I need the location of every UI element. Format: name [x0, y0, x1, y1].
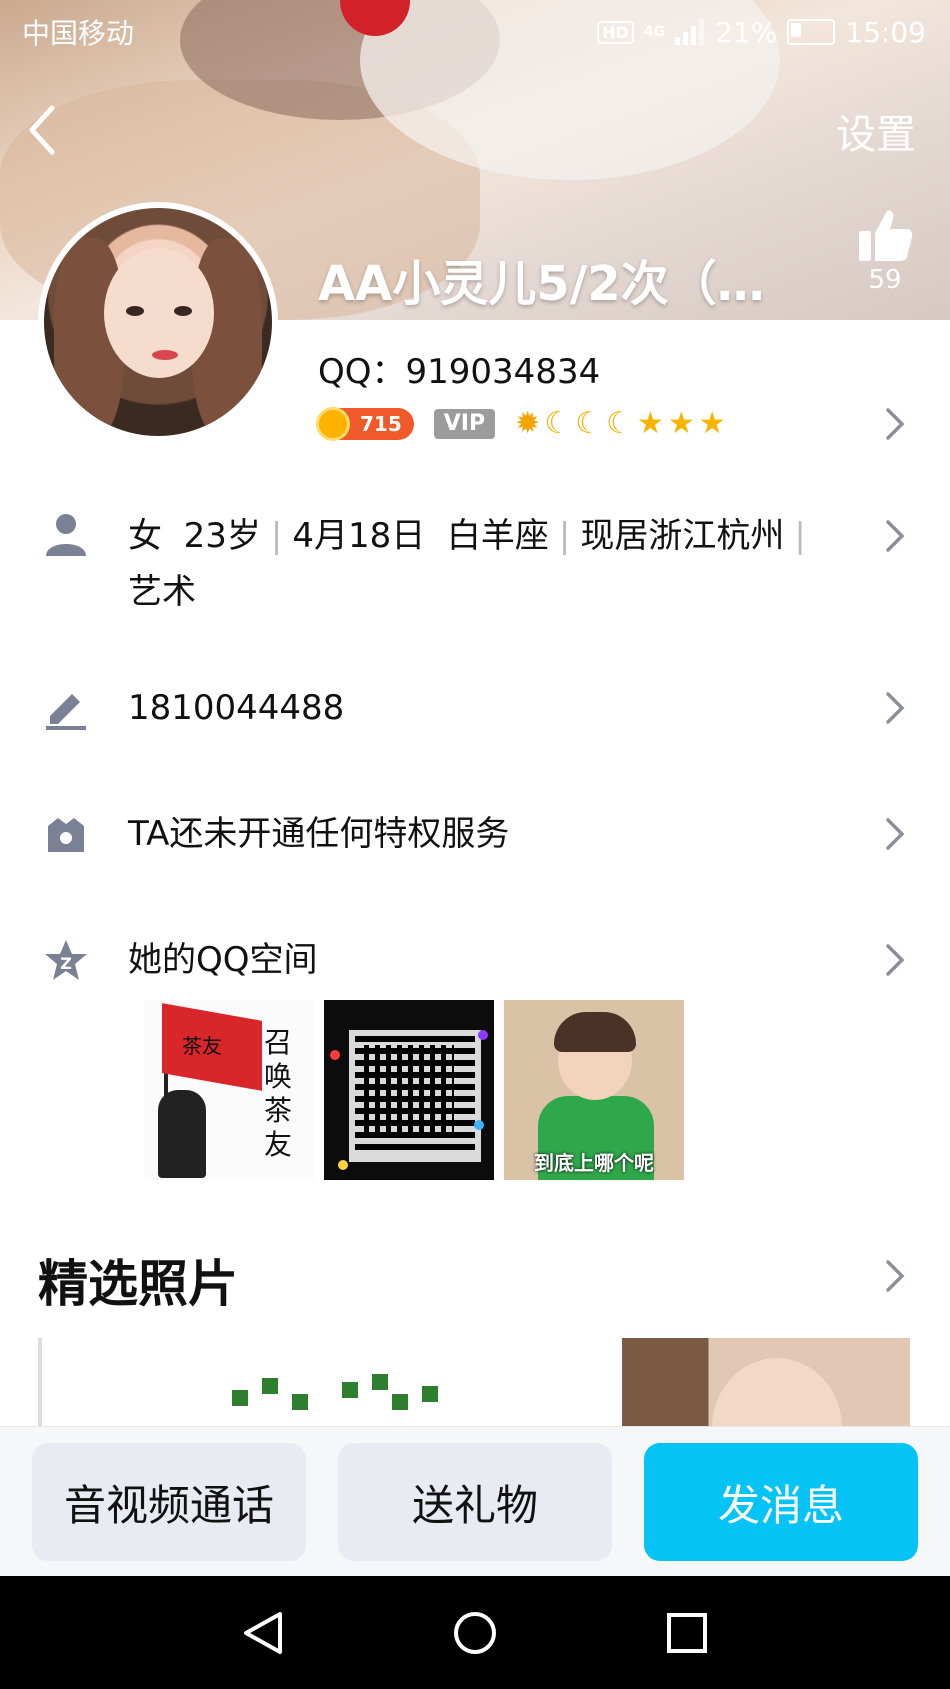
dot	[338, 1160, 348, 1170]
like-button[interactable]: 59	[852, 205, 918, 295]
star-icon: ★	[698, 406, 726, 441]
dot	[330, 1050, 340, 1060]
chevron-right-icon[interactable]	[884, 406, 906, 442]
thumbnail-text: 召唤茶友	[264, 1026, 293, 1161]
status-right: HD 4G 21% 15:09	[597, 16, 926, 49]
moon-icon: ☾	[575, 406, 603, 441]
video-call-button[interactable]: 音视频通话	[32, 1443, 306, 1561]
moon-icon: ☾	[606, 406, 633, 441]
occupation: 艺术	[128, 572, 196, 612]
level-badges[interactable]: 715 VIP ✹ ☾ ☾ ☾ ★ ★ ★	[316, 404, 726, 444]
privilege-row[interactable]: TA还未开通任何特权服务	[0, 806, 950, 862]
crown-icon	[48, 818, 84, 852]
qr-code-pattern	[364, 1045, 454, 1135]
pixel	[232, 1390, 248, 1406]
thumbnail-caption: 到底上哪个呢	[534, 1151, 654, 1175]
pixel	[262, 1378, 278, 1394]
privilege-text: TA还未开通任何特权服务	[128, 814, 510, 854]
gender: 女	[128, 516, 162, 556]
coin-badge: 715	[316, 407, 414, 441]
qzone-thumbnails: 茶友 召唤茶友 到底上哪个呢	[144, 1000, 684, 1180]
qzone-star-icon: Z	[45, 940, 87, 980]
dot	[478, 1030, 488, 1040]
action-bar: 音视频通话 送礼物 发消息	[0, 1426, 950, 1577]
avatar-eye	[174, 306, 192, 316]
dot	[474, 1120, 484, 1130]
chevron-right-icon[interactable]	[884, 1258, 906, 1294]
clock: 15:09	[845, 15, 926, 49]
featured-photo[interactable]	[38, 1338, 622, 1426]
avatar-eye	[126, 306, 144, 316]
info-row[interactable]: 女 23岁 | 4月18日 白羊座 | 现居浙江杭州 | 艺术	[0, 508, 950, 618]
coin-level: 715	[360, 412, 402, 436]
flag-text: 茶友	[182, 1034, 222, 1058]
level-icons: ✹ ☾ ☾ ☾ ★ ★ ★	[515, 409, 726, 439]
svg-text:Z: Z	[60, 954, 72, 973]
battery-icon	[787, 19, 836, 45]
person-icon	[46, 514, 86, 556]
qzone-thumbnail[interactable]: 到底上哪个呢	[504, 1000, 684, 1180]
signal-icon	[675, 19, 705, 45]
figure	[158, 1090, 206, 1178]
age: 23岁	[183, 516, 261, 556]
network-type: 4G	[643, 24, 666, 40]
star-icon: ★	[636, 406, 664, 441]
divider: |	[794, 516, 806, 556]
nickname: AA小灵儿5/2次（…	[318, 256, 765, 312]
featured-photo[interactable]	[622, 1338, 910, 1426]
qq-number: QQ：919034834	[318, 352, 601, 392]
send-message-button[interactable]: 发消息	[644, 1443, 918, 1561]
back-icon[interactable]	[22, 100, 72, 160]
pencil-icon	[46, 694, 86, 730]
settings-button[interactable]: 设置	[836, 102, 916, 160]
pixel	[422, 1386, 438, 1402]
hd-icon: HD	[597, 20, 634, 44]
coin-icon	[316, 407, 350, 441]
divider: |	[270, 516, 283, 556]
location: 现居浙江杭州	[580, 516, 785, 556]
signature-text: 1810044488	[128, 688, 345, 728]
send-gift-button[interactable]: 送礼物	[338, 1443, 612, 1561]
qzone-title: 她的QQ空间	[128, 940, 318, 980]
zodiac: 白羊座	[446, 516, 549, 556]
chevron-right-icon	[886, 692, 905, 724]
featured-photos-title: 精选照片	[38, 1255, 238, 1313]
avatar[interactable]	[38, 202, 278, 442]
star-icon: ★	[667, 406, 695, 441]
qzone-thumbnail[interactable]: 茶友 召唤茶友	[144, 1000, 314, 1180]
like-count: 59	[868, 265, 902, 295]
birthday: 4月18日	[292, 516, 426, 556]
pixel	[372, 1374, 388, 1390]
info-text: 女 23岁 | 4月18日 白羊座 | 现居浙江杭州 | 艺术	[128, 508, 868, 620]
status-bar: 中国移动 HD 4G 21% 15:09	[0, 0, 950, 64]
photo-face	[712, 1358, 842, 1426]
pixel	[342, 1382, 358, 1398]
qzone-row[interactable]: Z 她的QQ空间	[0, 932, 950, 988]
signature-row[interactable]: 1810044488	[0, 680, 950, 736]
avatar-mouth	[152, 350, 178, 360]
chevron-right-icon	[886, 520, 905, 552]
thumbs-up-icon	[859, 210, 913, 261]
system-nav-bar	[0, 1576, 950, 1689]
qzone-thumbnail[interactable]	[324, 1000, 494, 1180]
nav-recents-icon[interactable]	[664, 1610, 710, 1656]
pixel	[392, 1394, 408, 1410]
divider: |	[558, 516, 571, 556]
featured-photos	[38, 1338, 910, 1426]
vip-badge: VIP	[433, 409, 496, 439]
nav-back-icon[interactable]	[240, 1610, 286, 1656]
carrier-label: 中国移动	[22, 17, 135, 50]
sun-icon: ✹	[515, 406, 541, 441]
battery-percent: 21%	[715, 15, 778, 49]
nav-home-icon[interactable]	[452, 1610, 498, 1656]
moon-icon: ☾	[544, 406, 572, 441]
kid-hair	[554, 1012, 636, 1052]
pixel	[292, 1394, 308, 1410]
chevron-right-icon	[886, 818, 905, 850]
chevron-right-icon	[886, 944, 905, 976]
